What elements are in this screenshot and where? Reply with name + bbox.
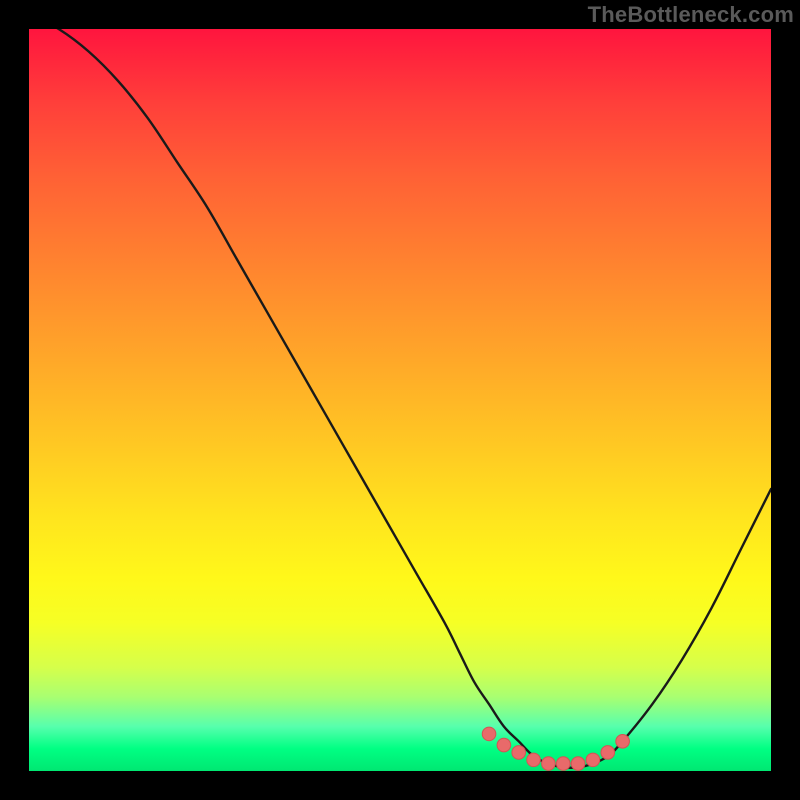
watermark-text: TheBottleneck.com — [588, 2, 794, 28]
marker-dot — [571, 757, 585, 771]
marker-dot — [542, 757, 556, 771]
curve-layer — [29, 29, 771, 771]
marker-dot — [497, 738, 511, 752]
marker-dot — [512, 746, 526, 760]
marker-dot — [601, 746, 615, 760]
marker-dot — [482, 727, 496, 741]
marker-dot — [616, 735, 630, 749]
optimal-range-markers — [482, 727, 629, 770]
marker-dot — [527, 753, 541, 767]
chart-container: TheBottleneck.com — [0, 0, 800, 800]
marker-dot — [556, 757, 570, 771]
marker-dot — [586, 753, 600, 767]
bottleneck-curve — [29, 29, 771, 768]
